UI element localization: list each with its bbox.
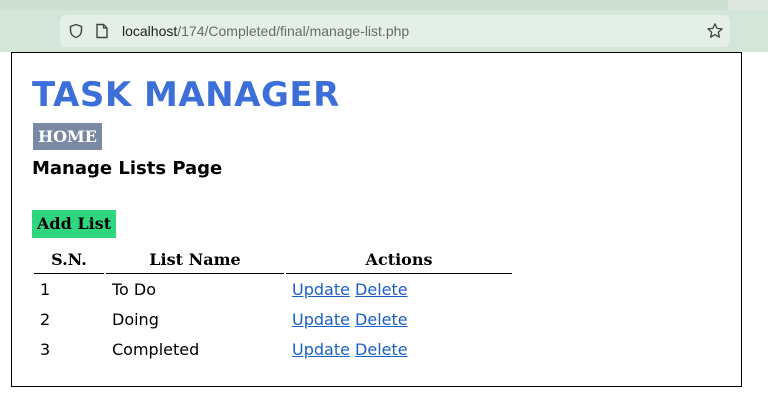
row-list-name: Doing [112,309,159,329]
browser-toolbar: localhost/174/Completed/final/manage-lis… [0,10,768,52]
bookmark-star-icon[interactable] [706,22,724,40]
browser-tab-strip [0,0,768,10]
app-title: TASK MANAGER [32,75,340,115]
active-tab-edge [0,0,728,10]
row-actions: Update Delete [286,334,512,364]
shield-icon[interactable] [68,23,84,39]
delete-link[interactable]: Delete [355,280,408,299]
page-wrapper: TASK MANAGER HOME Manage Lists Page Add … [11,52,742,387]
table-row: 2 Doing Update Delete [34,304,512,334]
table-header-row: S.N. List Name Actions [34,246,512,274]
url-text[interactable]: localhost/174/Completed/final/manage-lis… [122,23,409,39]
row-sn: 2 [40,309,51,329]
update-link[interactable]: Update [292,310,350,329]
url-path: /174/Completed/final/manage-list.php [177,23,410,39]
row-list-name: Completed [112,339,200,359]
row-actions: Update Delete [286,274,512,304]
delete-link[interactable]: Delete [355,340,408,359]
lists-table: S.N. List Name Actions 1 To Do Update De… [32,246,514,364]
column-header-sn: S.N. [34,246,104,274]
row-list-name: To Do [112,279,157,299]
column-header-actions: Actions [286,246,512,274]
table-row: 1 To Do Update Delete [34,274,512,304]
row-sn: 1 [40,279,51,299]
update-link[interactable]: Update [292,280,350,299]
address-bar[interactable]: localhost/174/Completed/final/manage-lis… [60,15,730,47]
update-link[interactable]: Update [292,340,350,359]
table-row: 3 Completed Update Delete [34,334,512,364]
page-title: Manage Lists Page [32,158,223,179]
page-info-icon[interactable] [95,23,109,39]
row-actions: Update Delete [286,304,512,334]
url-host: localhost [122,23,178,39]
row-sn: 3 [40,339,51,359]
column-header-list-name: List Name [106,246,284,274]
add-list-button[interactable]: Add List [32,210,117,238]
nav-home-link[interactable]: HOME [33,123,102,150]
delete-link[interactable]: Delete [355,310,408,329]
